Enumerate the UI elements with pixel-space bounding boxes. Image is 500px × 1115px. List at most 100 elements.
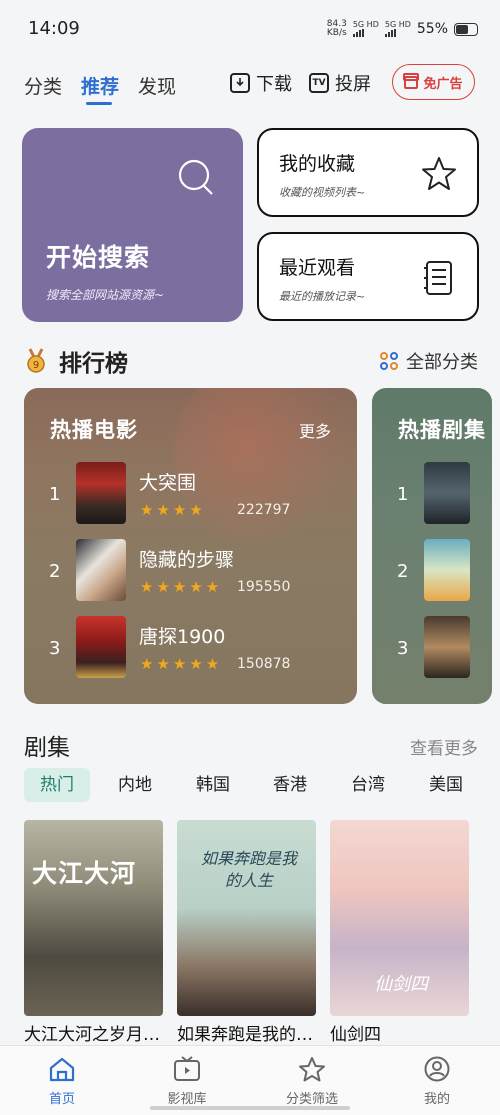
battery-level <box>456 24 469 34</box>
search-icon <box>178 159 213 195</box>
region-tab[interactable]: 美国 <box>413 768 479 802</box>
signal-2-bars-icon <box>384 29 411 37</box>
rank-number: 2 <box>49 561 61 582</box>
rank-number: 2 <box>397 561 409 582</box>
movie-poster <box>76 616 126 678</box>
categories-grid-icon <box>380 352 398 370</box>
cast-label: 投屏 <box>335 74 371 95</box>
hot-movies-more[interactable]: 更多 <box>299 418 331 442</box>
all-categories-label: 全部分类 <box>406 352 478 373</box>
battery-percent: 55% <box>416 21 448 37</box>
history-list-icon <box>424 261 452 295</box>
rank-number: 1 <box>49 484 61 505</box>
rank-item[interactable]: 1 大突围 ★★★★ 222797 <box>24 462 357 526</box>
poster-art-text: 仙剑四 <box>374 974 428 995</box>
favorites-card[interactable]: 我的收藏 收藏的视频列表~ <box>257 128 479 217</box>
series-card-title: 仙剑四 <box>330 1025 381 1045</box>
search-card[interactable]: 开始搜索 搜索全部网站源资源~ <box>22 128 243 322</box>
nav-home-label: 首页 <box>48 1092 75 1107</box>
drama-poster <box>424 539 470 601</box>
region-tab[interactable]: 韩国 <box>180 768 246 802</box>
download-label: 下载 <box>256 74 292 95</box>
net-speed-unit: KB/s <box>326 28 347 38</box>
rank-item[interactable]: 2 <box>372 539 492 603</box>
active-tab-indicator <box>86 102 112 105</box>
nav-home[interactable]: 首页 <box>22 1056 102 1107</box>
signal-1-bars-icon <box>352 29 379 37</box>
rank-number: 1 <box>397 484 409 505</box>
series-card[interactable]: 大江大河 大江大河之岁月如歌 <box>24 820 163 1045</box>
star-outline-icon <box>299 1057 325 1082</box>
net-speed: 84.3 KB/s <box>327 20 347 38</box>
tab-recommend[interactable]: 推荐 <box>81 72 119 99</box>
signal-2: 5G HD <box>384 20 411 37</box>
medal-number: 9 <box>33 360 39 371</box>
search-card-subtitle: 搜索全部网站源资源~ <box>46 288 165 302</box>
home-icon <box>49 1057 75 1082</box>
movie-poster <box>76 539 126 601</box>
region-tab[interactable]: 热门 <box>24 768 90 802</box>
series-card[interactable]: 如果奔跑是我的人生 如果奔跑是我的人生 <box>177 820 316 1045</box>
home-indicator <box>150 1106 350 1110</box>
hot-dramas-panel: 热播剧集 1 2 3 <box>372 388 492 704</box>
rank-item[interactable]: 3 唐探1900 ★★★★★ 150878 <box>24 616 357 680</box>
search-card-title: 开始搜索 <box>46 243 151 272</box>
nav-profile[interactable]: 我的 <box>397 1056 477 1107</box>
remove-ads-label: 免广告 <box>423 76 463 92</box>
region-tab[interactable]: 香港 <box>257 768 323 802</box>
movie-poster <box>76 462 126 524</box>
download-button[interactable]: 下载 <box>230 70 292 96</box>
signal-2-label: 5G HD <box>384 20 411 29</box>
all-categories-link[interactable]: 全部分类 <box>380 348 478 374</box>
hot-movies-panel: 热播电影 更多 1 大突围 ★★★★ 222797 2 隐藏的步骤 ★★★★★ … <box>24 388 357 704</box>
tab-discover[interactable]: 发现 <box>138 72 176 99</box>
hot-score: 150878 <box>237 656 291 672</box>
series-title: 剧集 <box>24 735 70 761</box>
nav-profile-label: 我的 <box>423 1092 450 1107</box>
movie-title: 隐藏的步骤 <box>139 549 235 571</box>
region-tab[interactable]: 内地 <box>102 768 168 802</box>
region-tab[interactable]: 台湾 <box>335 768 401 802</box>
series-more-link[interactable]: 查看更多 <box>410 734 478 759</box>
tab-category[interactable]: 分类 <box>24 72 62 99</box>
nav-filter-label: 分类筛选 <box>285 1092 338 1107</box>
rank-number: 3 <box>397 638 409 659</box>
series-card[interactable]: 仙剑四 仙剑四 <box>330 820 469 1045</box>
rank-item[interactable]: 1 <box>372 462 492 526</box>
series-poster: 如果奔跑是我的人生 <box>177 820 316 1016</box>
gift-icon <box>403 72 420 89</box>
movie-title: 唐探1900 <box>139 626 226 648</box>
cast-button[interactable]: TV 投屏 <box>309 70 371 96</box>
drama-poster <box>424 462 470 524</box>
recent-card[interactable]: 最近观看 最近的播放记录~ <box>257 232 479 321</box>
series-cards: 大江大河 大江大河之岁月如歌 如果奔跑是我的人生 如果奔跑是我的人生 仙剑四 仙… <box>24 820 478 1050</box>
nav-filter[interactable]: 分类筛选 <box>272 1056 352 1107</box>
rank-number: 3 <box>49 638 61 659</box>
signal-1: 5G HD <box>352 20 379 37</box>
status-time: 14:09 <box>28 18 80 39</box>
hot-dramas-title: 热播剧集 <box>398 418 486 442</box>
remove-ads-button[interactable]: 免广告 <box>392 64 475 100</box>
series-poster: 仙剑四 <box>330 820 469 1016</box>
region-filter: 热门 内地 韩国 香港 台湾 美国 <box>24 768 478 804</box>
hot-movies-title: 热播电影 <box>50 418 138 442</box>
signal-1-label: 5G HD <box>352 20 379 29</box>
recent-title: 最近观看 <box>279 257 356 279</box>
series-header: 剧集 查看更多 <box>24 726 478 762</box>
nav-library[interactable]: 影视库 <box>147 1056 227 1107</box>
star-icon <box>422 157 456 190</box>
rating-stars: ★★★★ <box>140 501 206 519</box>
status-right: 84.3 KB/s 5G HD 5G HD 55% <box>327 20 478 38</box>
favorites-subtitle: 收藏的视频列表~ <box>279 186 366 199</box>
poster-art-text: 如果奔跑是我的人生 <box>200 849 297 890</box>
poster-art-text: 大江大河 <box>32 859 137 888</box>
rank-item[interactable]: 3 <box>372 616 492 680</box>
medal-icon: 9 <box>27 348 45 373</box>
favorites-title: 我的收藏 <box>279 153 356 175</box>
nav-library-label: 影视库 <box>167 1092 207 1107</box>
hot-score: 222797 <box>237 502 291 518</box>
download-icon <box>230 73 250 93</box>
ranking-title: 排行榜 <box>59 351 128 377</box>
rank-item[interactable]: 2 隐藏的步骤 ★★★★★ 195550 <box>24 539 357 603</box>
user-icon <box>424 1056 450 1082</box>
